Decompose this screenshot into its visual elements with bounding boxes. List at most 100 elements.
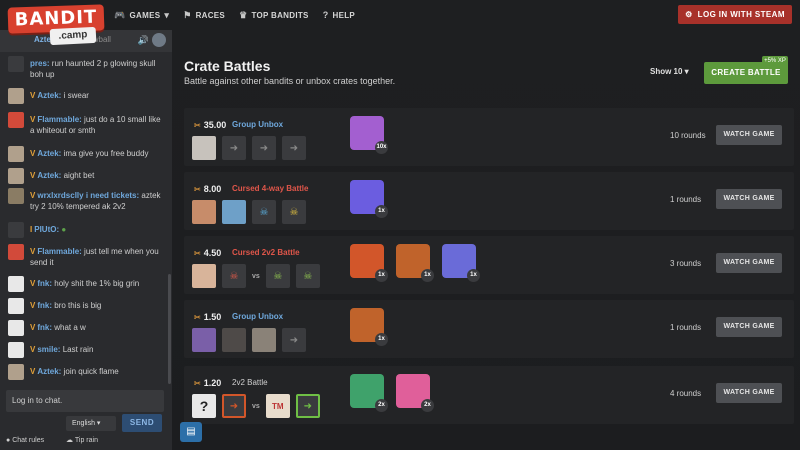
logo-subtext: .camp: [49, 26, 97, 46]
chat-footer: ● Chat rules ☁ Tip rain: [6, 436, 166, 444]
avatar[interactable]: [152, 33, 166, 47]
show-count-select[interactable]: Show 10 ▾: [650, 67, 689, 76]
player-avatar[interactable]: [192, 136, 216, 160]
chat-rules-link[interactable]: ● Chat rules: [6, 437, 54, 444]
player-avatar[interactable]: [192, 200, 216, 224]
chat-username[interactable]: Aztek:: [37, 91, 61, 100]
battle-crates: 1x 1x 1x: [350, 244, 480, 282]
chat-username[interactable]: Aztek:: [37, 149, 61, 158]
nav-top-bandits[interactable]: ♛ TOP BANDITS: [239, 10, 309, 21]
join-slot-button[interactable]: ➜: [252, 136, 276, 160]
chat-username[interactable]: Aztek:: [37, 367, 61, 376]
nav-help[interactable]: ? HELP: [323, 10, 355, 20]
avatar[interactable]: [8, 188, 24, 204]
watch-game-button[interactable]: WATCH GAME: [716, 189, 782, 209]
join-slot-button[interactable]: ➜: [222, 394, 246, 418]
chat-message: I PIUtO: ●: [8, 222, 166, 238]
chat-username[interactable]: smile:: [37, 345, 60, 354]
cursed-slot[interactable]: ☠: [282, 200, 306, 224]
battle-rounds: 1 rounds: [670, 323, 702, 332]
chat-username[interactable]: fnk:: [37, 279, 52, 288]
player-avatar[interactable]: [192, 264, 216, 288]
send-button[interactable]: SEND: [122, 414, 162, 432]
chat-toggle-button[interactable]: ▤: [180, 422, 202, 442]
battle-stake: ✂ 4.50: [194, 248, 222, 258]
avatar[interactable]: [8, 342, 24, 358]
chat-username[interactable]: fnk:: [37, 323, 52, 332]
nav-games[interactable]: 🎮 GAMES ▾: [114, 10, 169, 21]
join-slot-button[interactable]: ➜: [282, 136, 306, 160]
watch-game-button[interactable]: WATCH GAME: [716, 253, 782, 273]
level-badge: V: [30, 149, 36, 158]
chat-message: Vfnk: bro this is big: [8, 298, 166, 314]
avatar[interactable]: [8, 112, 24, 128]
avatar[interactable]: [8, 168, 24, 184]
chat-username[interactable]: Flammable:: [37, 247, 81, 256]
watch-game-button[interactable]: WATCH GAME: [716, 317, 782, 337]
chat-message: Vfnk: what a w: [8, 320, 166, 336]
cursed-slot[interactable]: ☠: [222, 264, 246, 288]
cursed-slot[interactable]: ☠: [252, 200, 276, 224]
player-avatar[interactable]: [192, 328, 216, 352]
avatar[interactable]: [8, 88, 24, 104]
chat-username[interactable]: Flammable:: [37, 115, 81, 124]
player-avatar[interactable]: [252, 328, 276, 352]
chat-username[interactable]: PIUtO:: [34, 225, 59, 234]
battle-players: ☠ ☠: [192, 200, 306, 224]
logo[interactable]: BANDIT .camp: [7, 4, 105, 48]
battle-row[interactable]: ✂ 4.50 Cursed 2v2 Battle ☠ vs ☠ ☠ 1x 1x 1…: [184, 236, 794, 294]
avatar[interactable]: [8, 146, 24, 162]
player-avatar[interactable]: [222, 200, 246, 224]
player-avatar[interactable]: TM: [265, 394, 290, 418]
watch-game-button[interactable]: WATCH GAME: [716, 383, 782, 403]
battle-players: ☠ vs ☠ ☠: [192, 264, 320, 288]
chat-username[interactable]: pres:: [30, 59, 50, 68]
watch-game-button[interactable]: WATCH GAME: [716, 125, 782, 145]
crate-icon[interactable]: 2x: [350, 374, 388, 412]
crate-icon[interactable]: 2x: [396, 374, 434, 412]
cursed-slot[interactable]: ☠: [265, 264, 290, 288]
player-avatar[interactable]: [222, 328, 246, 352]
player-avatar[interactable]: ?: [192, 394, 216, 418]
avatar[interactable]: [8, 320, 24, 336]
battle-mode: Group Unbox: [232, 120, 284, 129]
join-slot-button[interactable]: ➜: [295, 394, 320, 418]
battle-row[interactable]: ✂ 1.50 Group Unbox ➜ 1x 1 rounds WATCH GA…: [184, 300, 794, 358]
language-select[interactable]: English ▾: [66, 416, 116, 431]
avatar[interactable]: [8, 244, 24, 260]
login-steam-button[interactable]: ⚙ LOG IN WITH STEAM: [678, 5, 792, 24]
crate-icon[interactable]: 1x: [442, 244, 480, 282]
avatar[interactable]: [8, 222, 24, 238]
chat-message: V Flammable: just do a 10 small like a wh…: [8, 112, 166, 136]
join-slot-button[interactable]: ➜: [222, 136, 246, 160]
tip-rain-link[interactable]: ☁ Tip rain: [66, 437, 108, 444]
join-slot-button[interactable]: ➜: [282, 328, 306, 352]
chat-input[interactable]: Log in to chat.: [6, 390, 164, 412]
avatar[interactable]: [8, 298, 24, 314]
versus-label: vs: [252, 402, 260, 410]
battle-row[interactable]: ✂ 1.20 2v2 Battle ? ➜ vs TM ➜ 2x 2x 4 rou…: [184, 366, 794, 424]
chat-username[interactable]: fnk:: [37, 301, 52, 310]
level-badge: V: [30, 115, 36, 124]
chat-scrollbar[interactable]: [168, 274, 171, 384]
crate-icon[interactable]: 10x: [350, 116, 388, 154]
battle-row[interactable]: ✂ 8.00 Cursed 4-way Battle ☠ ☠ 1x 1 round…: [184, 172, 794, 230]
level-badge: V: [30, 91, 36, 100]
cursed-slot[interactable]: ☠: [295, 264, 320, 288]
crate-icon[interactable]: 1x: [350, 308, 388, 346]
avatar[interactable]: [8, 276, 24, 292]
battle-crates: 1x: [350, 308, 388, 346]
chat-username[interactable]: Aztek:: [37, 171, 61, 180]
nav-races[interactable]: ⚑ RACES: [183, 10, 225, 21]
avatar[interactable]: [8, 56, 24, 72]
crate-icon[interactable]: 1x: [396, 244, 434, 282]
battle-row[interactable]: ✂ 35.00 Group Unbox ➜ ➜ ➜ 10x 10 rounds W…: [184, 108, 794, 166]
join-icon: ➜: [229, 400, 239, 412]
crate-icon[interactable]: 1x: [350, 180, 388, 218]
avatar[interactable]: [8, 364, 24, 380]
crate-icon[interactable]: 1x: [350, 244, 388, 282]
chat-message: pres: run haunted 2 p glowing skull boh …: [8, 56, 166, 82]
chat-username[interactable]: wrxlxrdsclly i need tickets:: [37, 191, 139, 200]
sound-icon[interactable]: 🔊: [138, 35, 149, 46]
skull-icon: ☠: [259, 206, 269, 218]
